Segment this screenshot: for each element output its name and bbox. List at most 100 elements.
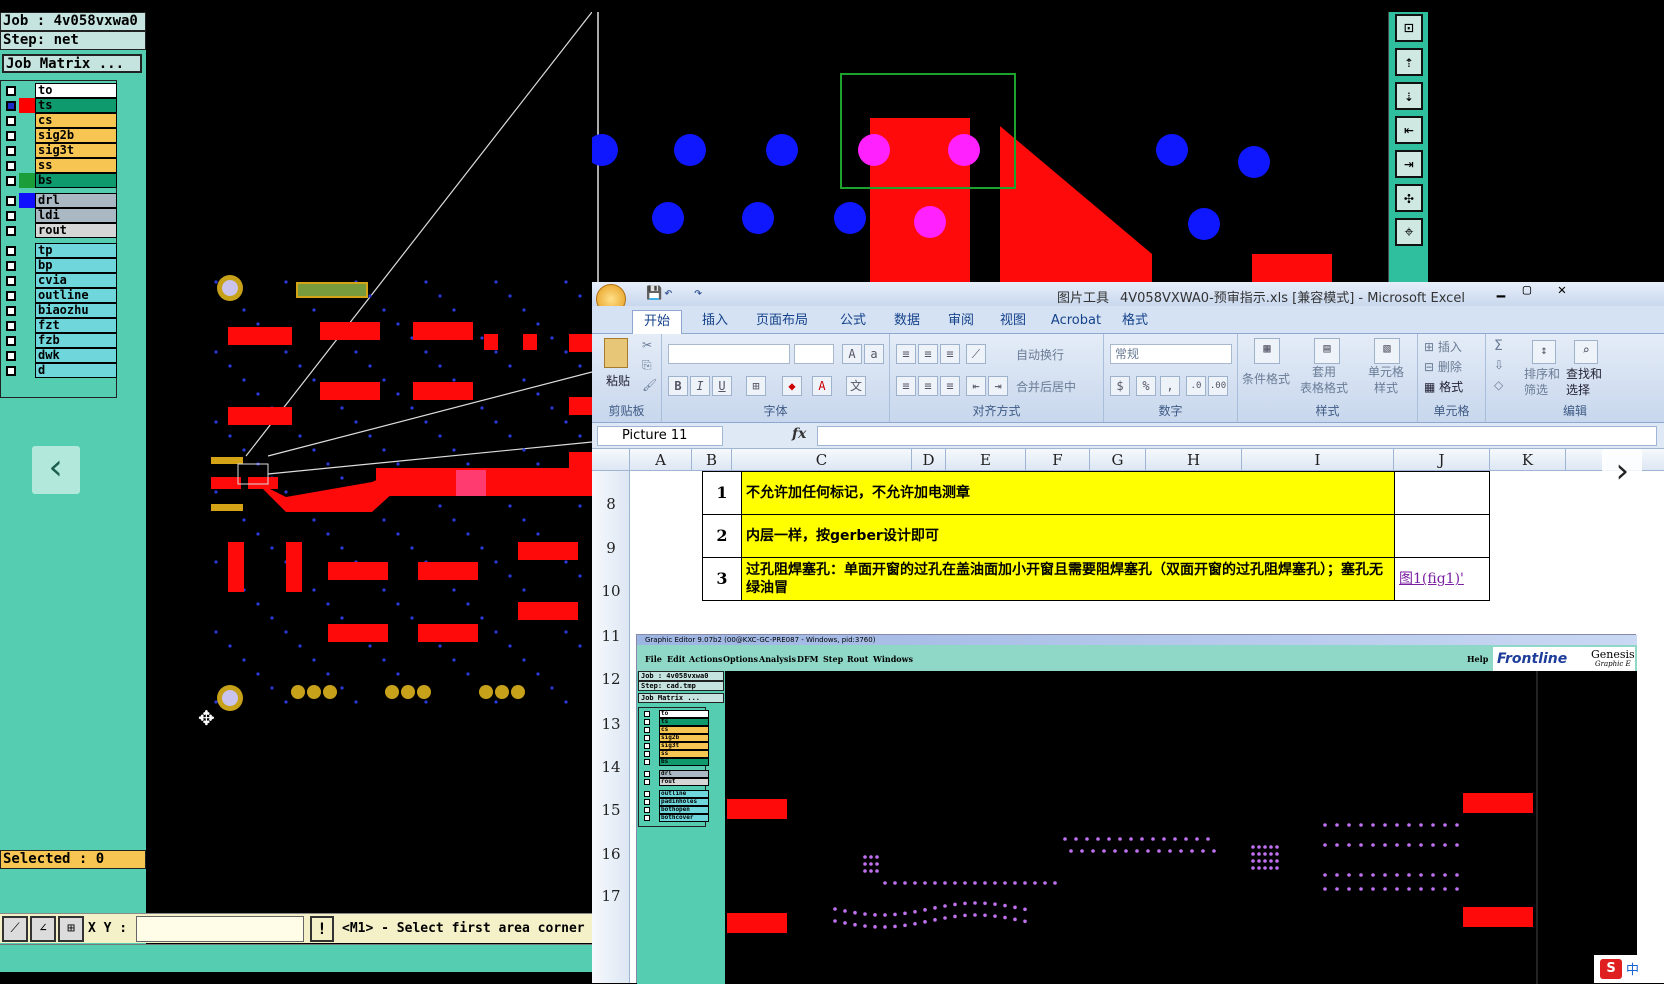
grow-font-icon[interactable]: A xyxy=(842,344,862,364)
name-box[interactable]: Picture 11 xyxy=(597,426,723,446)
layer-name[interactable]: bs xyxy=(35,173,117,188)
layer-name[interactable]: bp xyxy=(35,258,117,273)
sort-icon[interactable]: ↕ xyxy=(1532,340,1556,364)
layer-checkbox[interactable] xyxy=(6,86,16,96)
layer-checkbox[interactable] xyxy=(6,211,16,221)
layer-name[interactable]: sig2b xyxy=(35,128,117,143)
border-icon[interactable]: ⊞ xyxy=(746,376,766,396)
font-size-select[interactable] xyxy=(794,344,834,364)
tab-view[interactable]: 视图 xyxy=(988,310,1038,334)
column-header[interactable]: E xyxy=(946,449,1026,471)
select-all[interactable] xyxy=(592,449,630,471)
increase-decimal-icon[interactable]: .0 xyxy=(1186,376,1206,396)
comma-icon[interactable]: , xyxy=(1160,376,1180,396)
paste-icon[interactable] xyxy=(604,338,628,368)
column-header[interactable]: I xyxy=(1242,449,1394,471)
exit-icon[interactable]: ⇥ xyxy=(1395,150,1423,178)
tab-insert[interactable]: 插入 xyxy=(690,310,740,334)
table-format-icon[interactable]: ▤ xyxy=(1314,338,1340,364)
number-format-select[interactable]: 常规 xyxy=(1110,344,1232,364)
layer-name[interactable]: cs xyxy=(35,113,117,128)
column-header[interactable]: A xyxy=(630,449,692,471)
layer-checkbox[interactable] xyxy=(6,276,16,286)
redo-icon[interactable]: ↷ xyxy=(694,285,702,301)
row-header[interactable]: 9 xyxy=(592,539,630,557)
percent-icon[interactable]: % xyxy=(1136,376,1156,396)
figure-link[interactable]: 图1(fig1)' xyxy=(1394,557,1490,601)
layer-row-bp[interactable]: bp xyxy=(3,258,117,273)
sort-filter-button[interactable]: 排序和 筛选 xyxy=(1524,366,1560,398)
next-arrow-button[interactable]: › xyxy=(1602,449,1642,497)
tab-review[interactable]: 审阅 xyxy=(936,310,986,334)
layer-name[interactable]: to xyxy=(35,83,117,98)
format-cells-button[interactable]: ▦ 格式 xyxy=(1424,378,1463,395)
layer-name[interactable]: d xyxy=(35,363,117,378)
item-number-cell[interactable]: 2 xyxy=(702,514,742,558)
previous-arrow-button[interactable]: ‹ xyxy=(32,446,80,494)
cell-style-button[interactable]: 单元格 样式 xyxy=(1368,364,1404,396)
job-matrix-button[interactable]: Job Matrix ... xyxy=(2,54,142,73)
orientation-icon[interactable]: ⟋ xyxy=(966,344,986,364)
layer-name[interactable]: sig3t xyxy=(35,143,117,158)
close-icon[interactable]: ✕ xyxy=(1542,282,1582,300)
layer-row-ss[interactable]: ss xyxy=(3,158,117,173)
layer-checkbox[interactable] xyxy=(6,116,16,126)
tab-format[interactable]: 格式 xyxy=(1110,310,1160,334)
maximize-icon[interactable]: ▢ xyxy=(1514,282,1540,300)
row-header[interactable]: 12 xyxy=(592,670,630,688)
column-header[interactable]: C xyxy=(732,449,912,471)
increase-indent-icon[interactable]: ⇥ xyxy=(988,376,1008,396)
angle-icon[interactable]: ∠ xyxy=(30,916,56,942)
column-header[interactable]: J xyxy=(1394,449,1490,471)
expand-icon[interactable]: ✣ xyxy=(1395,184,1423,212)
reference-cell[interactable] xyxy=(1394,471,1490,515)
pcb-canvas-zoom[interactable] xyxy=(592,12,1388,282)
reference-cell[interactable] xyxy=(1394,514,1490,558)
grid-icon[interactable]: ⊞ xyxy=(58,916,84,942)
layer-name[interactable]: drl xyxy=(35,193,117,208)
align-right-icon[interactable]: ≡ xyxy=(940,376,960,396)
fill-icon[interactable]: ⇩ xyxy=(1494,358,1504,372)
layer-checkbox[interactable] xyxy=(6,291,16,301)
layer-name[interactable]: ss xyxy=(35,158,117,173)
row-header[interactable]: 10 xyxy=(592,582,630,600)
layer-checkbox[interactable] xyxy=(6,101,16,111)
italic-icon[interactable]: I xyxy=(690,376,710,396)
import-icon[interactable]: ⇣ xyxy=(1395,82,1423,110)
align-left-icon[interactable]: ≡ xyxy=(896,376,916,396)
layer-name[interactable]: rout xyxy=(35,223,117,238)
layer-checkbox[interactable] xyxy=(6,306,16,316)
fill-color-icon[interactable]: ◆ xyxy=(782,376,802,396)
layer-row-sig3t[interactable]: sig3t xyxy=(3,143,117,158)
instruction-cell[interactable]: 内层一样，按gerber设计即可 xyxy=(741,514,1395,558)
conditional-format-icon[interactable]: ▦ xyxy=(1254,338,1280,364)
layer-row-ts[interactable]: ts xyxy=(3,98,117,113)
underline-icon[interactable]: U xyxy=(712,376,732,396)
clear-icon[interactable]: ◇ xyxy=(1494,378,1503,392)
find-icon[interactable]: ⌕ xyxy=(1574,340,1598,364)
delete-cells-button[interactable]: ⊟ 删除 xyxy=(1424,358,1462,375)
column-header[interactable]: H xyxy=(1146,449,1242,471)
layer-name[interactable]: cvia xyxy=(35,273,117,288)
ime-indicator[interactable]: S 中 xyxy=(1594,955,1664,983)
tab-home[interactable]: 开始 xyxy=(632,310,682,334)
column-header[interactable]: F xyxy=(1026,449,1090,471)
tab-data[interactable]: 数据 xyxy=(882,310,932,334)
layer-checkbox[interactable] xyxy=(6,261,16,271)
column-header[interactable]: K xyxy=(1490,449,1566,471)
shrink-font-icon[interactable]: a xyxy=(864,344,884,364)
layer-name[interactable]: fzb xyxy=(35,333,117,348)
layer-name[interactable]: dwk xyxy=(35,348,117,363)
table-format-button[interactable]: 套用 表格格式 xyxy=(1300,364,1348,396)
phonetic-icon[interactable]: 文 xyxy=(846,376,866,396)
layer-checkbox[interactable] xyxy=(6,321,16,331)
layer-row-rout[interactable]: rout xyxy=(3,223,117,238)
layer-checkbox[interactable] xyxy=(6,131,16,141)
save-icon[interactable]: 💾 xyxy=(646,286,662,301)
cell-style-icon[interactable]: ▧ xyxy=(1374,338,1400,364)
instruction-cell[interactable]: 过孔阻焊塞孔：单面开窗的过孔在盖油面加小开窗且需要阻焊塞孔（双面开窗的过孔阻焊塞… xyxy=(741,557,1395,601)
layer-row-fzb[interactable]: fzb xyxy=(3,333,117,348)
layer-row-cs[interactable]: cs xyxy=(3,113,117,128)
layer-name[interactable]: ts xyxy=(35,98,117,113)
align-middle-icon[interactable]: ≡ xyxy=(918,344,938,364)
